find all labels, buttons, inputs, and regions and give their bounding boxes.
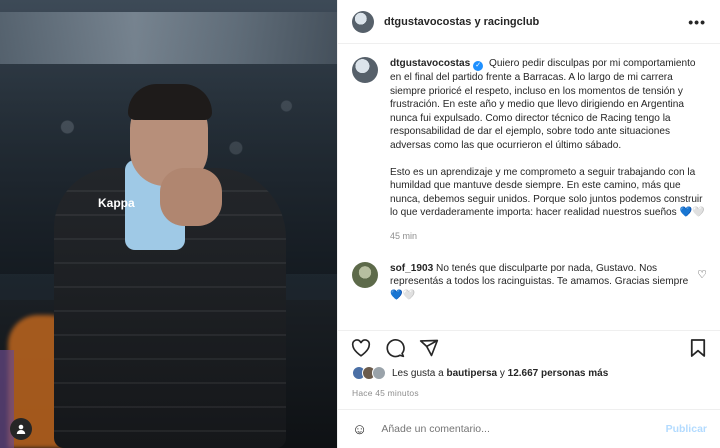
post-header: dtgustavocostas y racingclub ••• — [338, 0, 720, 44]
avatar[interactable] — [352, 261, 378, 288]
post-sidebar: dtgustavocostas y racingclub ••• dtgusta… — [337, 0, 720, 448]
caption-username[interactable]: dtgustavocostas — [390, 58, 470, 69]
jacket-logo: Kappa — [98, 196, 135, 210]
caption-time: 45 min — [390, 230, 418, 241]
bookmark-icon[interactable] — [687, 337, 709, 359]
avatar[interactable] — [352, 10, 374, 33]
verified-badge-icon: ✓ — [473, 61, 484, 71]
comments-area: dtgustavocostas ✓ Quiero pedir disculpas … — [338, 45, 720, 325]
caption-text-2: Esto es un aprendizaje y me comprometo a… — [390, 166, 705, 219]
emoji-icon[interactable]: ☺ — [352, 421, 367, 438]
coach-hair — [128, 84, 212, 120]
comment-username[interactable]: sof_1903 — [390, 263, 433, 274]
share-icon[interactable] — [418, 337, 440, 359]
likes-summary: Les gusta a bautipersa y 12.667 personas… — [352, 366, 608, 380]
comment-like-icon[interactable]: ♡ — [697, 268, 707, 281]
comment-text: No tenés que disculparte por nada, Gusta… — [390, 262, 689, 301]
publish-button[interactable]: Publicar — [666, 423, 707, 435]
post-authors[interactable]: dtgustavocostas y racingclub — [384, 16, 539, 28]
likes-text[interactable]: Les gusta a bautipersa y 12.667 personas… — [392, 368, 608, 379]
coach-hands — [160, 168, 222, 226]
avatar[interactable] — [352, 57, 378, 83]
action-bar — [338, 330, 720, 364]
likes-user: bautipersa — [446, 367, 498, 379]
stadium-banner — [0, 12, 337, 64]
more-horizontal-icon[interactable]: ••• — [688, 14, 706, 30]
comment-input[interactable] — [381, 423, 666, 435]
post-photo[interactable]: Kappa — [0, 0, 337, 448]
add-comment-bar: ☺ Publicar — [338, 409, 720, 448]
caption-text-1: Quiero pedir disculpas por mi comportami… — [390, 58, 696, 151]
likes-count: 12.667 personas más — [507, 367, 609, 379]
post-caption: dtgustavocostas ✓ Quiero pedir disculpas … — [352, 57, 707, 244]
comment-icon[interactable] — [384, 337, 406, 359]
liker-avatar — [372, 366, 386, 380]
comment-item: sof_1903 No tenés que disculparte por na… — [352, 261, 707, 303]
like-heart-icon[interactable] — [350, 337, 372, 359]
tagged-user-icon[interactable] — [10, 418, 32, 440]
post-timestamp: Hace 45 minutos — [352, 388, 419, 398]
